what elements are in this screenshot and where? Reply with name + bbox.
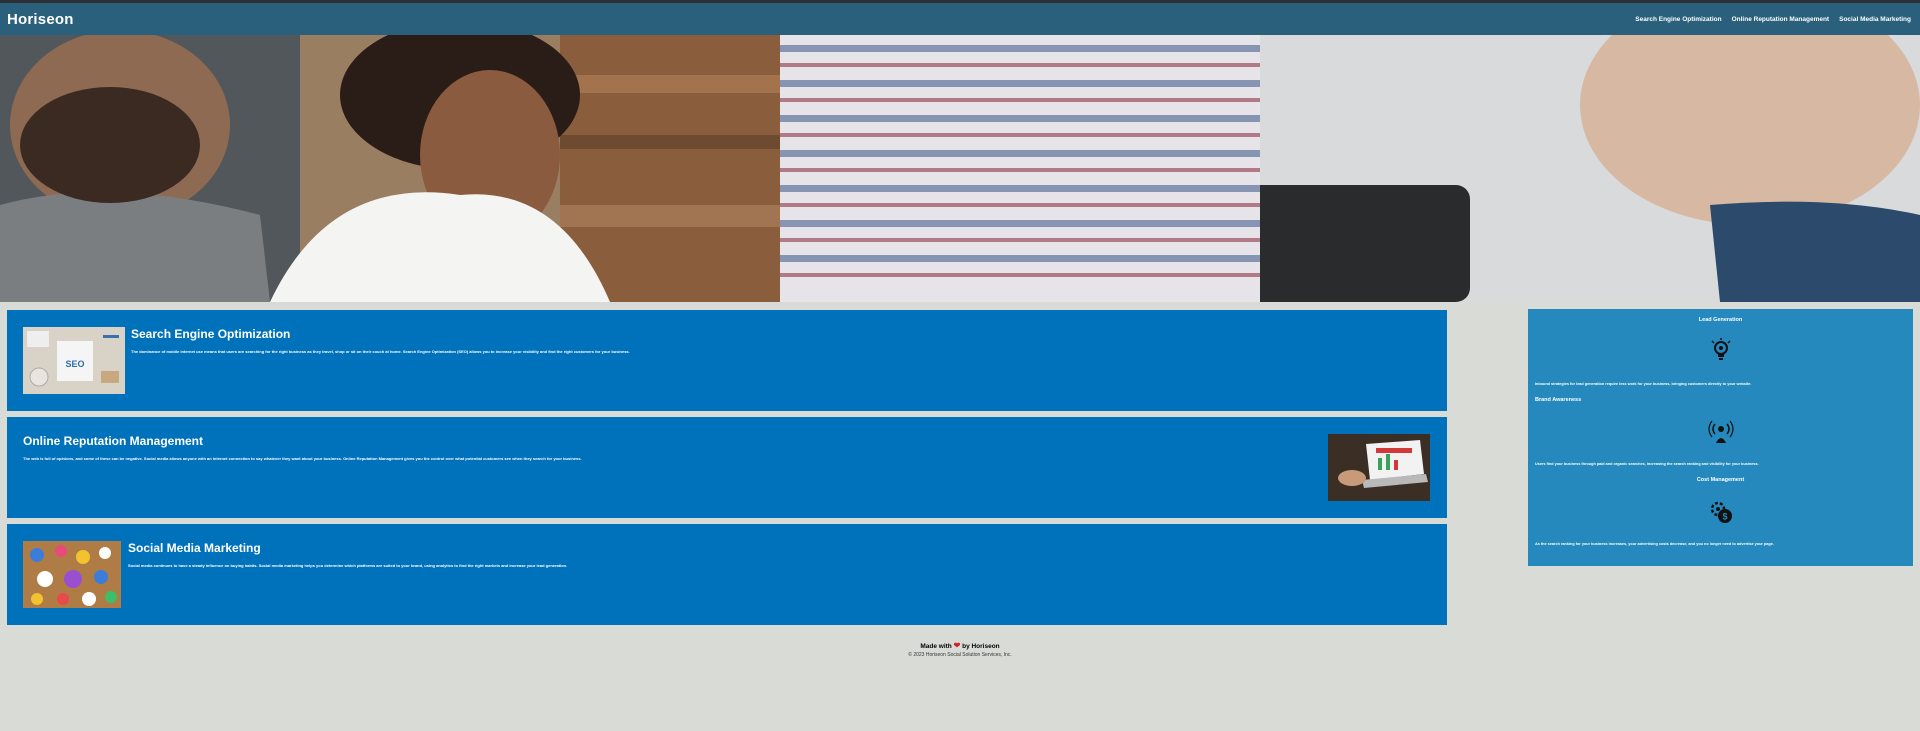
- made-with-line: Made with ❤ by Horiseon: [0, 641, 1920, 650]
- nav-link-orm[interactable]: Online Reputation Management: [1732, 16, 1830, 23]
- svg-text:SEO: SEO: [65, 359, 84, 369]
- orm-thumbnail: [1328, 434, 1430, 501]
- seo-thumbnail: SEO: [23, 327, 125, 394]
- lead-generation-title: Lead Generation: [1698, 317, 1743, 323]
- cost-management-text: As the search ranking for your business …: [1535, 542, 1774, 546]
- heart-icon: ❤: [953, 641, 961, 650]
- smm-text: Social media continues to have a steady …: [128, 563, 568, 568]
- smm-title: Social Media Marketing: [128, 541, 261, 555]
- smm-thumbnail: [23, 541, 121, 608]
- lightbulb-gear-icon: [1711, 338, 1731, 360]
- nav-link-seo[interactable]: Search Engine Optimization: [1635, 16, 1721, 23]
- brand-awareness-title: Brand Awareness: [1535, 397, 1582, 403]
- orm-title: Online Reputation Management: [23, 434, 204, 448]
- benefits-sidebar: Lead Generation Inbound strategies for l…: [1528, 309, 1913, 566]
- gears-dollar-icon: $: [1710, 501, 1732, 523]
- site-header: Horiseon Search Engine Optimization Onli…: [0, 3, 1920, 35]
- broadcast-person-icon: [1708, 420, 1734, 443]
- cost-management-title: Cost Management: [1696, 477, 1745, 483]
- svg-text:$: $: [1722, 512, 1727, 522]
- seo-text: The dominance of mobile internet use mea…: [131, 349, 630, 354]
- lead-generation-text: Inbound strategies for lead generation r…: [1535, 382, 1752, 386]
- orm-text: The web is full of opinions, and some of…: [23, 456, 582, 461]
- site-footer: Made with ❤ by Horiseon © 2023 Horiseon …: [0, 641, 1920, 658]
- copyright-text: © 2023 Horiseon Social Solution Services…: [908, 652, 1012, 658]
- seo-title: Search Engine Optimization: [131, 327, 291, 341]
- nav-link-smm[interactable]: Social Media Marketing: [1839, 16, 1911, 23]
- smm-card: Social Media Marketing Social media cont…: [7, 524, 1447, 625]
- made-with-suffix: by Horiseon: [962, 643, 1000, 650]
- main-nav: Search Engine Optimization Online Reputa…: [1635, 16, 1911, 23]
- hero-image: [0, 35, 1920, 302]
- seo-card: SEO Search Engine Optimization The domin…: [7, 310, 1447, 411]
- brand-awareness-text: Users find your business through paid an…: [1535, 462, 1759, 466]
- hero-team-photo: [0, 35, 1920, 302]
- orm-card: Online Reputation Management The web is …: [7, 417, 1447, 518]
- site-logo[interactable]: Horiseon: [7, 11, 74, 28]
- made-with-prefix: Made with: [920, 643, 952, 650]
